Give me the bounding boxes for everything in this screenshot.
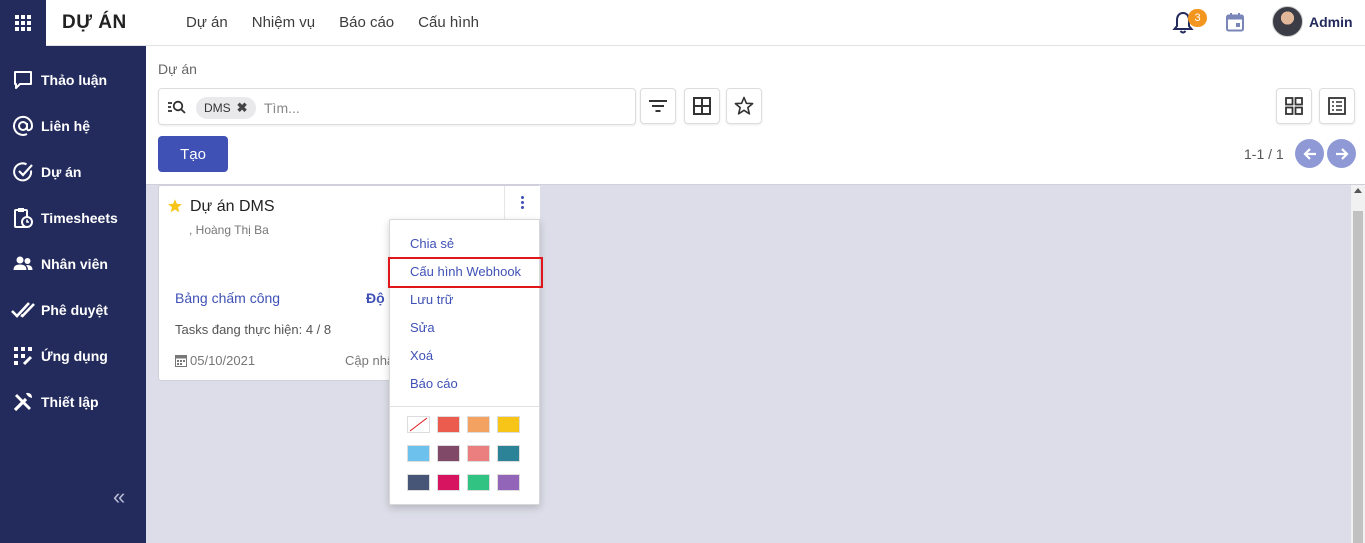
sidebar-item-phe-duyet[interactable]: Phê duyệt: [0, 293, 146, 327]
color-swatch[interactable]: [467, 445, 490, 462]
favorites-button[interactable]: [726, 88, 762, 124]
list-view-icon: [1328, 97, 1346, 115]
sidebar-item-label: Thảo luận: [41, 72, 108, 88]
calendar-icon: [175, 355, 187, 367]
top-nav: Dự án Nhiệm vụ Báo cáo Cấu hình: [186, 14, 479, 31]
color-swatch[interactable]: [467, 474, 490, 491]
users-icon: [11, 252, 35, 276]
sidebar-item-label: Timesheets: [41, 210, 118, 226]
apps-menu-button[interactable]: [0, 0, 46, 46]
arrow-left-icon: [1302, 147, 1316, 160]
menu-item-report[interactable]: Báo cáo: [410, 376, 458, 391]
pager-previous-button[interactable]: [1295, 139, 1324, 168]
group-by-button[interactable]: [684, 88, 720, 124]
color-swatch[interactable]: [437, 445, 460, 462]
grid-icon: [15, 15, 31, 31]
table-icon: [693, 97, 711, 115]
menu-item-share[interactable]: Chia sẻ: [410, 236, 454, 251]
card-date: 05/10/2021: [175, 353, 255, 368]
color-swatch[interactable]: [437, 416, 460, 433]
nav-bao-cao[interactable]: Báo cáo: [339, 14, 394, 31]
search-input[interactable]: [264, 98, 614, 118]
nav-cau-hinh[interactable]: Cấu hình: [418, 14, 479, 31]
kanban-view-button[interactable]: [1276, 88, 1312, 124]
menu-item-archive[interactable]: Lưu trữ: [410, 292, 453, 307]
sidebar-item-nhan-vien[interactable]: Nhân viên: [0, 247, 146, 281]
pager-value[interactable]: 1-1 / 1: [1244, 146, 1284, 162]
search-icon: [168, 100, 186, 114]
timesheet-link[interactable]: Bảng chấm công: [175, 290, 280, 306]
close-icon[interactable]: ✖: [237, 100, 248, 116]
sidebar-item-label: Nhân viên: [41, 256, 108, 272]
card-tasks: Tasks đang thực hiện: 4 / 8: [175, 322, 332, 337]
nav-du-an[interactable]: Dự án: [186, 14, 228, 31]
filter-chip[interactable]: DMS ✖: [196, 97, 256, 119]
apps-icon: [11, 344, 35, 368]
card-subtitle: , Hoàng Thị Ba: [189, 223, 269, 237]
color-swatch[interactable]: [437, 474, 460, 491]
at-icon: [11, 114, 35, 138]
menu-divider: [390, 406, 539, 407]
sidebar-item-label: Dự án: [41, 164, 82, 180]
chat-icon: [11, 68, 35, 92]
sidebar-item-du-an[interactable]: Dự án: [0, 155, 146, 189]
sidebar-item-thiet-lap[interactable]: Thiết lập: [0, 385, 146, 419]
card-date-value: 05/10/2021: [190, 353, 256, 368]
filter-button[interactable]: [640, 88, 676, 124]
color-swatch[interactable]: [497, 445, 520, 462]
sidebar-item-thao-luan[interactable]: Thảo luận: [0, 63, 146, 97]
sidebar-item-label: Ứng dụng: [41, 348, 108, 364]
arrow-right-icon: [1335, 147, 1349, 160]
color-swatch[interactable]: [467, 416, 490, 433]
sidebar-item-timesheets[interactable]: Timesheets: [0, 201, 146, 235]
list-view-button[interactable]: [1319, 88, 1355, 124]
pager-next-button[interactable]: [1327, 139, 1356, 168]
color-swatch[interactable]: [407, 474, 430, 491]
sidebar-item-label: Liên hệ: [41, 118, 91, 134]
card-title[interactable]: Dự án DMS: [190, 198, 275, 216]
collapse-sidebar-icon[interactable]: «: [113, 484, 125, 510]
filter-icon: [649, 100, 667, 112]
color-swatch[interactable]: [497, 474, 520, 491]
color-swatch[interactable]: [407, 445, 430, 462]
scroll-up-icon[interactable]: [1354, 188, 1362, 193]
menu-item-edit[interactable]: Sửa: [410, 320, 435, 335]
color-swatch[interactable]: [497, 416, 520, 433]
scrollbar-thumb[interactable]: [1353, 211, 1363, 543]
kanban-area: Dự án DMS , Hoàng Thị Ba Bảng chấm công …: [146, 184, 1365, 543]
clipboard-clock-icon: [11, 206, 35, 230]
card-menu-button[interactable]: [504, 186, 540, 219]
scrollbar[interactable]: [1351, 185, 1365, 543]
top-bar: DỰ ÁN Dự án Nhiệm vụ Báo cáo Cấu hình 3 …: [0, 0, 1365, 46]
nav-nhiem-vu[interactable]: Nhiệm vụ: [252, 14, 315, 31]
sidebar-item-ung-dung[interactable]: Ứng dụng: [0, 339, 146, 373]
avatar[interactable]: [1272, 6, 1303, 37]
username[interactable]: Admin: [1309, 14, 1353, 30]
filter-chip-label: DMS: [204, 101, 231, 115]
search-bar: DMS ✖: [158, 88, 636, 125]
color-swatch[interactable]: [407, 416, 430, 433]
star-outline-icon: [734, 96, 754, 115]
sidebar-item-label: Phê duyệt: [41, 302, 108, 318]
menu-item-webhook[interactable]: Cấu hình Webhook: [410, 264, 521, 279]
kebab-icon: [521, 196, 524, 209]
app-title: DỰ ÁN: [62, 12, 127, 33]
create-button[interactable]: Tạo: [158, 136, 228, 172]
notification-badge: 3: [1188, 9, 1207, 27]
check-circle-icon: [11, 160, 35, 184]
star-icon[interactable]: [167, 198, 183, 214]
double-check-icon: [11, 298, 35, 322]
menu-item-delete[interactable]: Xoá: [410, 348, 433, 363]
main-content: Dự án DMS ✖ Tạo 1-1 / 1 Dự án DMS ,: [146, 46, 1365, 543]
tools-icon: [11, 390, 35, 414]
card-dropdown-menu: Chia sẻ Cấu hình Webhook Lưu trữ Sửa Xoá…: [388, 219, 543, 505]
sidebar-item-label: Thiết lập: [41, 394, 99, 410]
kanban-view-icon: [1285, 97, 1303, 115]
calendar-icon[interactable]: [1225, 12, 1245, 32]
breadcrumb[interactable]: Dự án: [158, 61, 197, 77]
sidebar: Thảo luận Liên hệ Dự án Timesheets Nhân …: [0, 46, 146, 543]
sidebar-item-lien-he[interactable]: Liên hệ: [0, 109, 146, 143]
